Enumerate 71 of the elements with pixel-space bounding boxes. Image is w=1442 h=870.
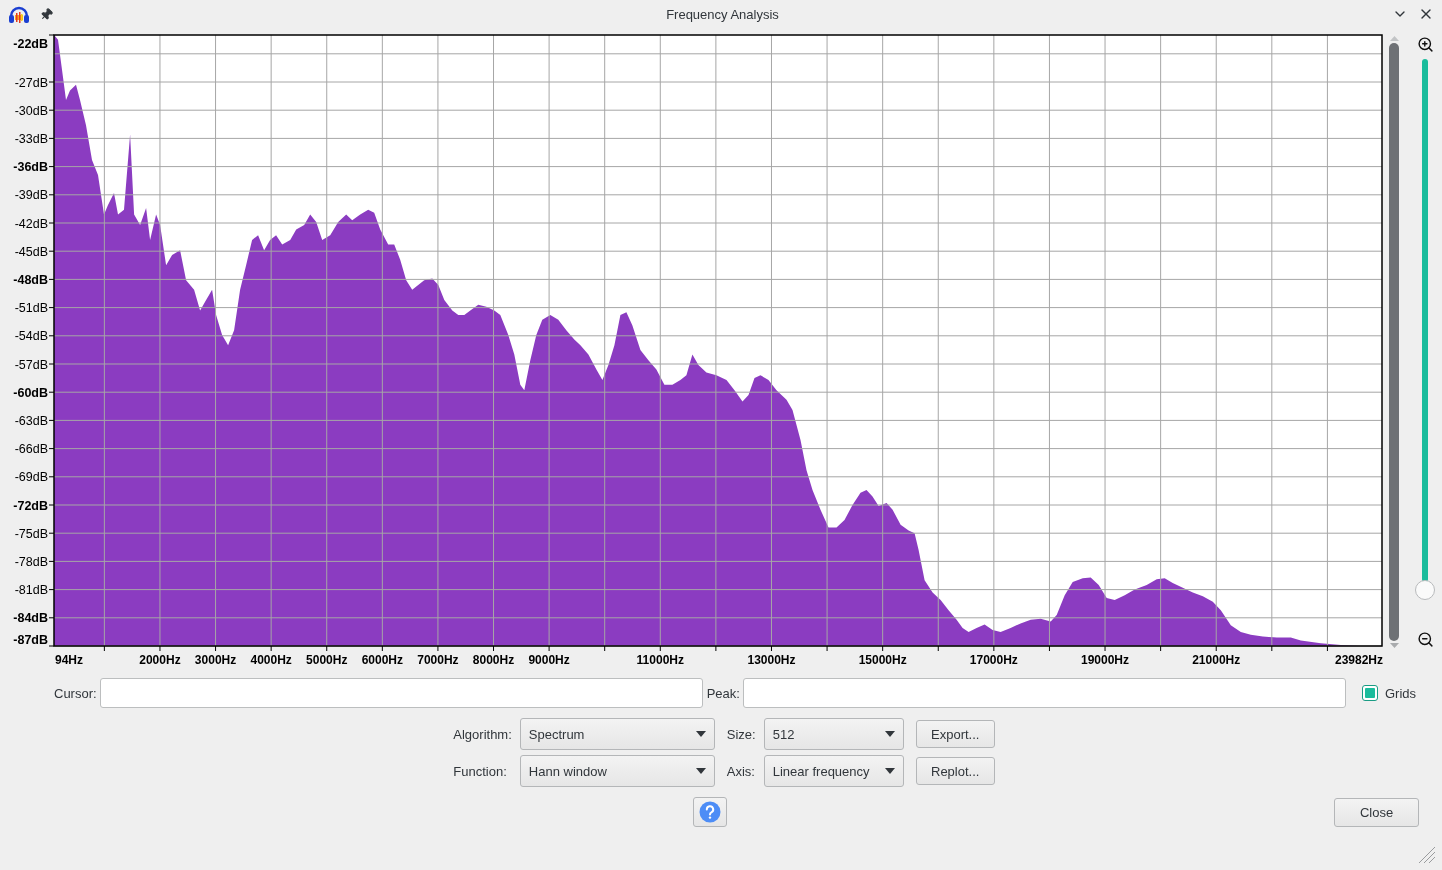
y-axis-label: -81dB [14, 583, 48, 598]
peak-field[interactable] [742, 678, 1346, 708]
x-axis-label: 19000Hz [1081, 653, 1130, 667]
caret-icon [695, 768, 706, 774]
y-axis-label: -36dB [13, 160, 48, 175]
field-label: Size: [726, 726, 757, 742]
x-axis-label: 21000Hz [1192, 653, 1241, 667]
export-button[interactable]: Export... [915, 720, 995, 748]
close-button[interactable]: Close [1334, 797, 1419, 827]
x-axis-label: 5000Hz [306, 653, 348, 667]
x-axis-label: 23982Hz [1334, 653, 1383, 667]
field-label: Function: [453, 763, 508, 779]
y-axis-label: -45dB [14, 244, 48, 259]
replot-button[interactable]: Replot... [915, 757, 995, 785]
y-axis-label: -75dB [14, 526, 48, 541]
checkbox-label: Grids [1384, 685, 1416, 701]
x-axis-label: 3000Hz [194, 653, 237, 667]
y-axis-label: -39dB [14, 188, 48, 203]
x-axis-label: 7000Hz [417, 653, 459, 667]
caret-icon [884, 731, 895, 737]
x-axis-label: 6000Hz [361, 653, 403, 667]
y-axis-label: -42dB [14, 216, 48, 231]
dropdown[interactable]: 512 [763, 718, 904, 750]
zoom-in-icon[interactable] [1416, 36, 1434, 53]
y-axis-label: -54dB [14, 329, 48, 344]
y-axis-label: -69dB [14, 470, 48, 485]
x-axis-label: 94Hz [55, 653, 83, 667]
x-axis-label: 9000Hz [528, 653, 570, 667]
headphones-icon [8, 4, 30, 24]
field-label: Axis: [726, 763, 756, 779]
scrollbar-thumb[interactable] [1389, 43, 1399, 641]
y-axis-label: -66dB [14, 442, 48, 457]
x-axis-label: 15000Hz [858, 653, 907, 667]
dropdown[interactable]: Spectrum [519, 718, 715, 750]
field-label: Peak: [706, 685, 740, 701]
x-axis-label: 11000Hz [636, 653, 684, 667]
scroll-down-icon[interactable] [1389, 643, 1399, 648]
x-axis-label: 13000Hz [747, 653, 796, 667]
caret-icon [884, 768, 895, 774]
dropdown[interactable]: Linear frequency [763, 755, 904, 787]
y-axis-label: -63dB [14, 413, 48, 428]
y-axis-label: -33dB [14, 131, 48, 146]
y-axis-label: -48dB [13, 272, 48, 287]
zoom-out-icon[interactable] [1416, 631, 1434, 648]
x-axis-label: 8000Hz [472, 653, 515, 667]
dropdown[interactable]: Hann window [519, 755, 715, 787]
y-axis-label: -30dB [14, 103, 48, 118]
y-axis-label: -57dB [14, 357, 48, 372]
x-axis-label: 17000Hz [969, 653, 1018, 667]
caret-icon [695, 731, 706, 737]
x-axis-label: 4000Hz [250, 653, 292, 667]
x-axis-label: 2000Hz [139, 653, 181, 667]
window-title: Frequency Analysis [665, 6, 780, 22]
y-axis-label: -51dB [14, 301, 48, 316]
field-label: Cursor: [54, 685, 97, 701]
y-axis-label: -27dB [14, 75, 48, 90]
pin-icon[interactable] [40, 7, 53, 21]
y-axis-label: -22dB [13, 36, 48, 51]
field-label: Algorithm: [453, 726, 513, 742]
slider-thumb[interactable] [1415, 579, 1435, 600]
y-axis-label: -87dB [13, 632, 48, 647]
y-axis-label: -84dB [13, 611, 48, 626]
grids-checkbox[interactable] [1361, 685, 1378, 701]
y-axis-label: -60dB [13, 385, 48, 400]
cursor-field[interactable] [99, 678, 703, 708]
vertical-scrollbar[interactable] [1388, 36, 1400, 648]
help-icon [698, 801, 721, 823]
resize-grip-icon[interactable] [1416, 844, 1436, 864]
help-button[interactable] [692, 797, 727, 827]
y-axis-label: -72dB [13, 498, 48, 513]
y-axis-label: -78dB [14, 554, 48, 569]
